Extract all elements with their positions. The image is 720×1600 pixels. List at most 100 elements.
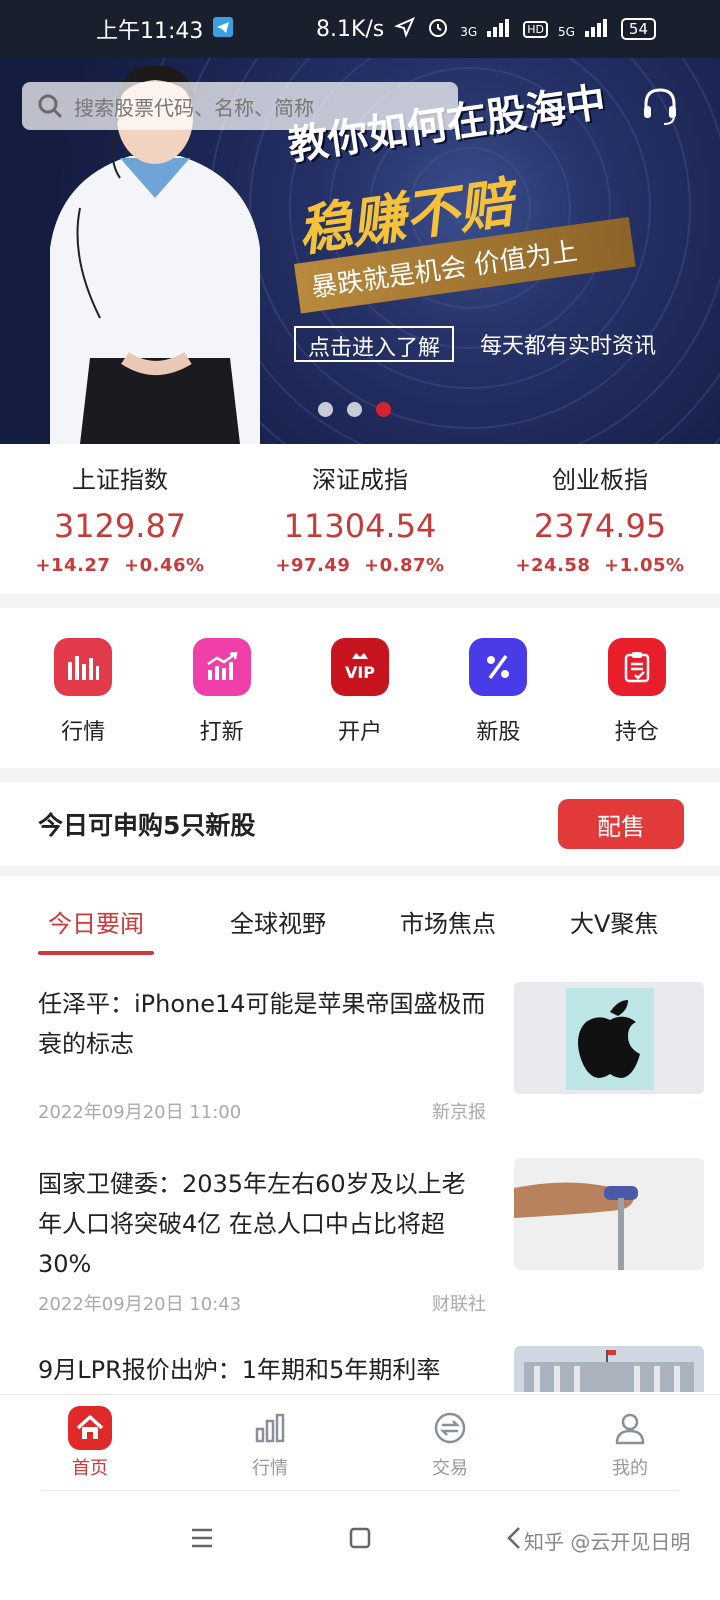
index-name: 深证成指 (312, 466, 408, 494)
index-change-points: +97.49 (275, 555, 351, 576)
tab-global-view[interactable]: 全球视野 (230, 904, 326, 939)
index-change-points: +24.58 (515, 555, 591, 576)
shortcut-label: 持仓 (614, 720, 659, 745)
nav-profile[interactable]: 我的 (570, 1406, 690, 1480)
shortcut-holdings[interactable]: 持仓 (587, 638, 687, 768)
chart-icon (248, 1406, 292, 1450)
nav-label: 首页 (72, 1457, 108, 1479)
nav-home[interactable]: 首页 (30, 1405, 150, 1480)
customer-service-icon[interactable] (640, 86, 680, 126)
system-navigation-bar: 知乎 @云开见日明 (0, 1490, 720, 1600)
section-divider (0, 768, 720, 782)
nav-label: 我的 (612, 1457, 648, 1479)
index-change: +14.27 +0.46% (0, 555, 240, 576)
tab-bigv-focus[interactable]: 大V聚焦 (570, 904, 658, 939)
pagination-dot-active[interactable] (376, 402, 391, 417)
nav-trade[interactable]: 交易 (390, 1406, 510, 1480)
signal-icon (487, 17, 513, 42)
market-indices: 上证指数 3129.87 +14.27 +0.46% 深证成指 11304.54… (0, 444, 720, 594)
hd-badge: HD (523, 20, 548, 38)
section-divider (0, 866, 720, 876)
shortcut-label: 新股 (476, 720, 521, 745)
index-change-percent: +0.87% (364, 555, 445, 576)
news-time: 2022年09月20日 11:00 (38, 1102, 242, 1123)
banner-learn-more-button[interactable]: 点击进入了解 (294, 326, 455, 362)
svg-text:VIP: VIP (345, 663, 375, 682)
shortcut-open-account[interactable]: VIP 开户 (310, 638, 410, 768)
tab-today-headlines[interactable]: 今日要闻 (38, 904, 154, 955)
trend-up-icon (192, 638, 251, 696)
promo-banner[interactable]: 搜索股票代码、名称、简称 教你如何在股海中 稳赚不赔 暴跌就是机会 价值为上 点… (0, 58, 720, 444)
bar-chart-icon (54, 638, 113, 696)
network-speed: 8.1K/s (315, 16, 385, 42)
shortcut-label: 开户 (337, 720, 382, 745)
home-icon (68, 1405, 112, 1450)
index-card-shenzhen[interactable]: 深证成指 11304.54 +97.49 +0.87% (240, 444, 480, 594)
search-placeholder: 搜索股票代码、名称、简称 (74, 95, 314, 120)
news-title: 国家卫健委：2035年左右60岁及以上老年人口将突破4亿 在总人口中占比将超30… (38, 1170, 466, 1278)
index-value: 11304.54 (283, 507, 437, 545)
news-tabs: 今日要闻 全球视野 市场焦点 大V聚焦 (0, 876, 720, 966)
pagination-dot[interactable] (318, 402, 333, 417)
banner-pagination[interactable] (318, 402, 391, 417)
menu-icon[interactable] (182, 1518, 222, 1558)
shortcut-new-stocks[interactable]: 新股 (448, 638, 548, 768)
index-card-shanghai[interactable]: 上证指数 3129.87 +14.27 +0.46% (0, 444, 240, 594)
index-name: 上证指数 (72, 466, 168, 494)
stock-search-input[interactable]: 搜索股票代码、名称、简称 (22, 82, 458, 130)
news-source: 财联社 (432, 1294, 486, 1315)
news-item[interactable]: 国家卫健委：2035年左右60岁及以上老年人口将突破4亿 在总人口中占比将超30… (0, 1146, 720, 1332)
index-value: 3129.87 (53, 507, 187, 545)
divider (42, 1490, 678, 1491)
sim1-label: 3G (460, 24, 478, 39)
shortcut-market[interactable]: 行情 (33, 638, 133, 768)
percent-icon (469, 638, 528, 696)
shortcut-ipo-subscribe[interactable]: 打新 (172, 638, 272, 768)
news-title: 9月LPR报价出炉：1年期和5年期利率 (38, 1356, 441, 1384)
news-meta: 2022年09月20日 11:00 新京报 (38, 1098, 486, 1124)
shortcut-grid: 行情 打新 VIP 开户 新股 持仓 (0, 608, 720, 768)
sim2-label: 5G (557, 24, 575, 39)
index-change-percent: +1.05% (604, 555, 685, 576)
bottom-navigation: 首页 行情 交易 我的 (0, 1394, 720, 1490)
search-icon (38, 94, 63, 119)
tab-market-focus[interactable]: 市场焦点 (400, 904, 496, 939)
alarm-icon (426, 15, 450, 44)
index-change-percent: +0.46% (124, 555, 205, 576)
news-list: 任泽平：iPhone14可能是苹果帝国盛极而衰的标志 2022年09月20日 1… (0, 966, 720, 1392)
bank-building-image (514, 1346, 704, 1392)
shortcut-label: 打新 (199, 720, 244, 745)
elderly-hand-cane-image (514, 1158, 704, 1270)
status-bar: 上午11:43 8.1K/s 3G HD 5G 54 (0, 0, 720, 58)
section-divider (0, 594, 720, 608)
news-source: 新京报 (432, 1102, 486, 1123)
clipboard-icon (607, 638, 666, 696)
location-icon (394, 16, 416, 43)
index-card-chinext[interactable]: 创业板指 2374.95 +24.58 +1.05% (480, 444, 720, 594)
index-change: +24.58 +1.05% (480, 555, 720, 576)
battery-indicator: 54 (620, 18, 656, 40)
nav-market[interactable]: 行情 (210, 1406, 330, 1480)
news-item[interactable]: 9月LPR报价出炉：1年期和5年期利率 (0, 1332, 720, 1392)
index-name: 创业板指 (552, 466, 648, 494)
banner-subtext: 每天都有实时资讯 (480, 334, 657, 359)
index-change-points: +14.27 (35, 555, 111, 576)
news-meta: 2022年09月20日 10:43 财联社 (38, 1290, 486, 1316)
pagination-dot[interactable] (347, 402, 362, 417)
news-title: 任泽平：iPhone14可能是苹果帝国盛极而衰的标志 (38, 990, 486, 1058)
nav-label: 交易 (432, 1457, 468, 1479)
signal-icon-2 (584, 17, 611, 42)
home-square-icon[interactable] (340, 1518, 380, 1558)
apple-logo-image (514, 982, 704, 1094)
index-value: 2374.95 (533, 507, 667, 545)
nav-label: 行情 (252, 1457, 288, 1479)
watermark: 知乎 @云开见日明 (524, 1530, 691, 1554)
ipo-subscription-banner[interactable]: 今日可申购5只新股 配售 (0, 782, 720, 866)
exchange-icon (428, 1406, 472, 1450)
allotment-button[interactable]: 配售 (558, 799, 684, 849)
index-change: +97.49 +0.87% (240, 555, 480, 576)
news-item[interactable]: 任泽平：iPhone14可能是苹果帝国盛极而衰的标志 2022年09月20日 1… (0, 966, 720, 1146)
status-time: 上午11:43 (96, 19, 204, 44)
vip-crown-icon: VIP (330, 638, 389, 696)
user-icon (608, 1406, 652, 1450)
